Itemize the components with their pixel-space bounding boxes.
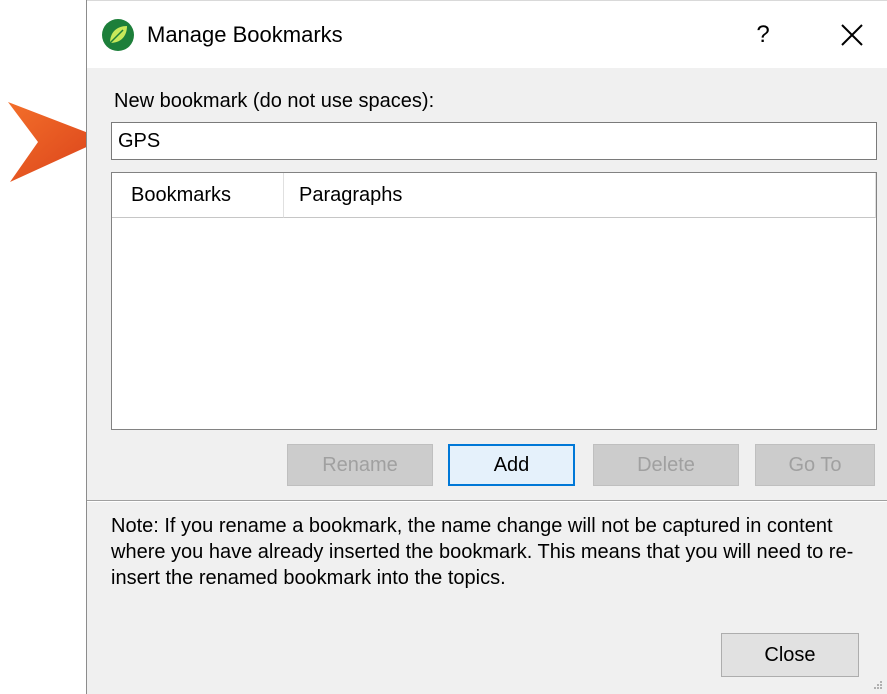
table-body[interactable] [112, 219, 876, 429]
divider [87, 500, 887, 502]
go-to-button[interactable]: Go To [755, 444, 875, 486]
table-header: Bookmarks Paragraphs [112, 173, 876, 219]
title-bar: Manage Bookmarks ? [87, 0, 887, 68]
rename-button[interactable]: Rename [287, 444, 433, 486]
new-bookmark-label: New bookmark (do not use spaces): [114, 90, 435, 112]
resize-grip-icon[interactable] [873, 680, 883, 690]
column-header-bookmarks[interactable]: Bookmarks [112, 173, 284, 218]
column-header-paragraphs[interactable]: Paragraphs [284, 173, 876, 218]
bookmarks-table[interactable]: Bookmarks Paragraphs [111, 172, 877, 430]
help-button[interactable]: ? [751, 20, 775, 50]
close-icon[interactable] [839, 22, 865, 48]
app-leaf-icon [102, 19, 134, 51]
add-button[interactable]: Add [448, 444, 575, 486]
rename-note: Note: If you rename a bookmark, the name… [111, 515, 854, 589]
new-bookmark-input[interactable] [111, 122, 877, 160]
close-button[interactable]: Close [721, 633, 859, 677]
delete-button[interactable]: Delete [593, 444, 739, 486]
dialog-title: Manage Bookmarks [147, 22, 343, 47]
manage-bookmarks-dialog: Manage Bookmarks ? New bookmark (do not … [86, 0, 887, 694]
